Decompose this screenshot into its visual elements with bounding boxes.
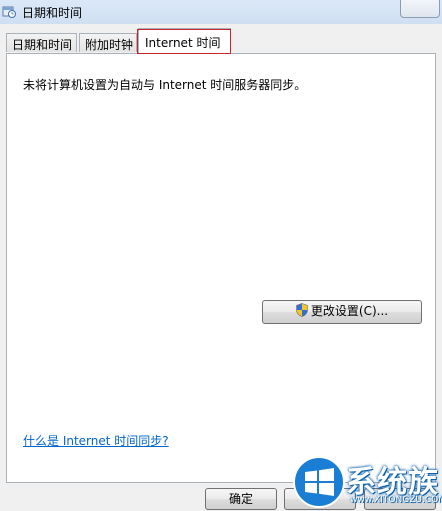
internet-time-panel: 未将计算机设置为自动与 Internet 时间服务器同步。 更改设置(C)...… <box>6 53 436 483</box>
date-time-window: 日期和时间 日期和时间 附加时钟 Internet 时间 未将计算机设置为自动与… <box>0 0 442 511</box>
tab-internet-time[interactable]: Internet 时间 <box>138 28 231 54</box>
sync-status-text: 未将计算机设置为自动与 Internet 时间服务器同步。 <box>23 78 307 92</box>
apply-button[interactable] <box>364 488 436 510</box>
date-time-icon <box>2 6 16 18</box>
cancel-button[interactable]: 取消 <box>284 488 356 510</box>
title-bar[interactable]: 日期和时间 <box>0 0 442 25</box>
change-settings-label: 更改设置(C)... <box>310 304 389 318</box>
ok-button[interactable]: 确定 <box>205 488 277 510</box>
tab-date-and-time[interactable]: 日期和时间 <box>6 33 77 52</box>
change-settings-button[interactable]: 更改设置(C)... <box>262 300 422 324</box>
tab-additional-clocks[interactable]: 附加时钟 <box>79 33 137 52</box>
window-title: 日期和时间 <box>22 6 83 20</box>
close-button[interactable] <box>400 0 440 18</box>
tab-strip: 日期和时间 附加时钟 Internet 时间 <box>0 24 442 54</box>
internet-time-help-link[interactable]: 什么是 Internet 时间同步? <box>23 432 169 449</box>
uac-shield-icon <box>296 303 308 317</box>
